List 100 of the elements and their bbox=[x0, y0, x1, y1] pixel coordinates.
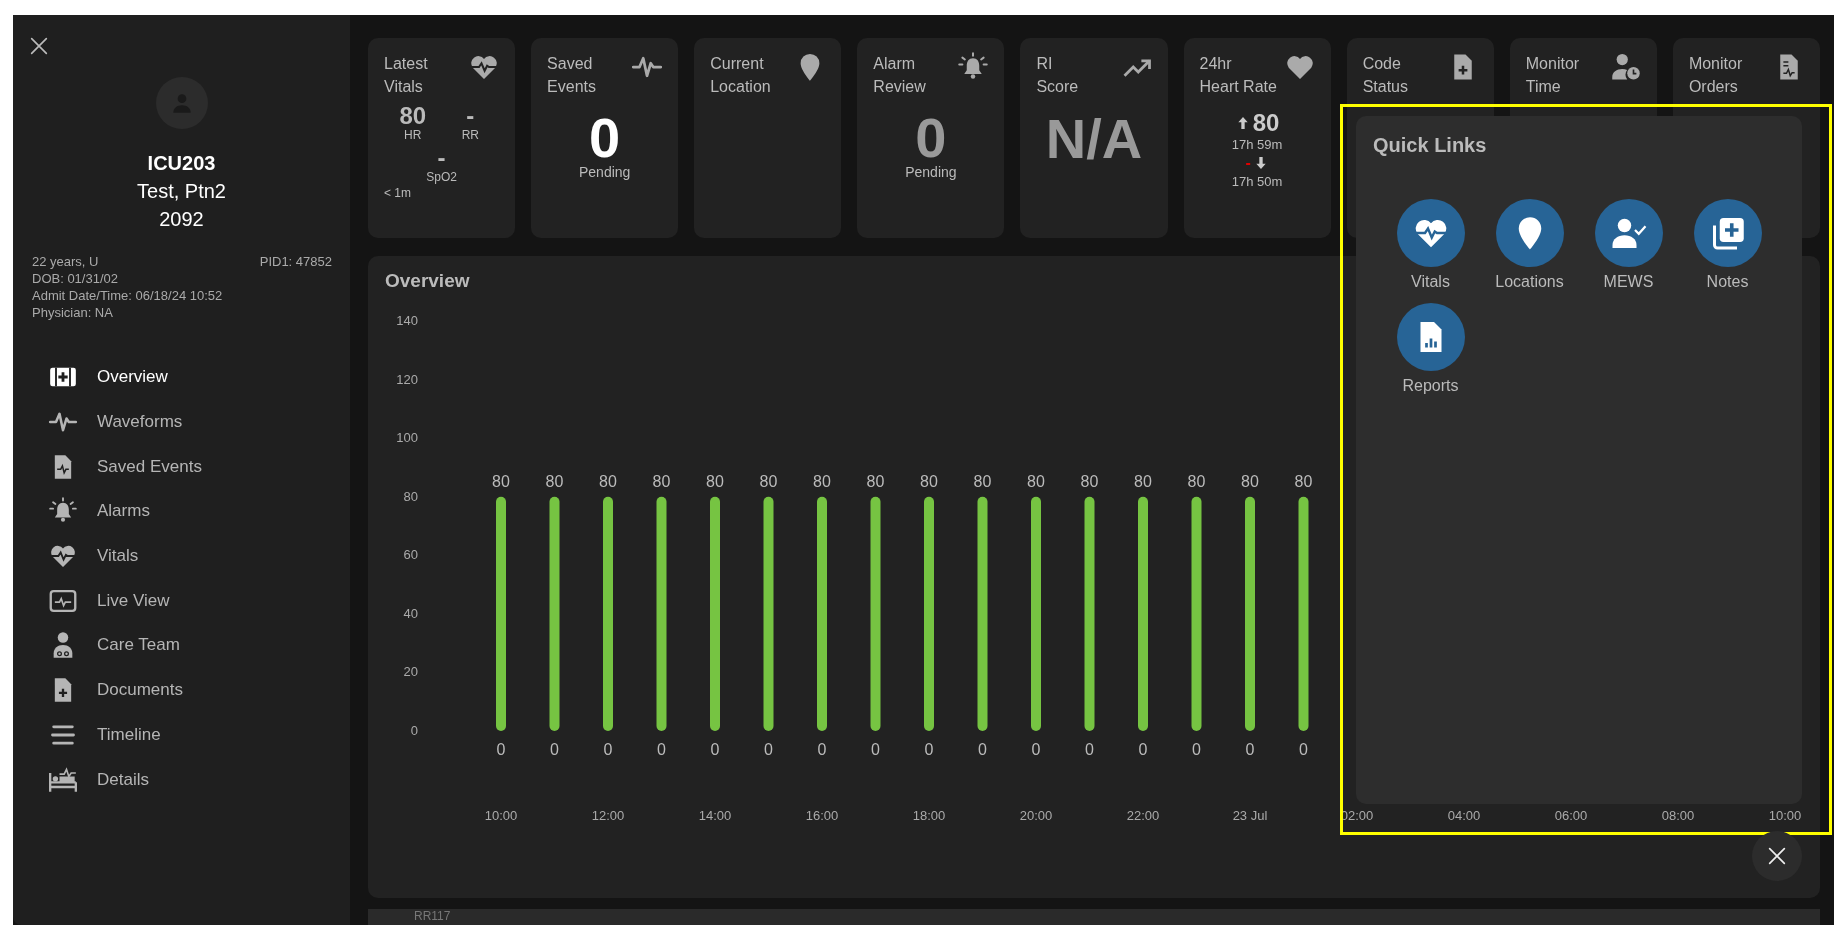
bar-value-label: 0 bbox=[978, 741, 987, 758]
nav-item[interactable]: Live View bbox=[47, 578, 350, 624]
nav-item[interactable]: Waveforms bbox=[47, 399, 350, 445]
bar-value-label: 0 bbox=[817, 741, 827, 758]
bar-value-label: 80 bbox=[652, 472, 671, 490]
bar-value-label: 80 bbox=[599, 472, 617, 490]
x-tick-label: 23 Jul bbox=[1232, 808, 1268, 823]
bar-value-label: 0 bbox=[1299, 741, 1308, 758]
bar-value-label: 0 bbox=[871, 741, 880, 758]
patient-number: 2092 bbox=[159, 207, 204, 232]
summary-card[interactable]: 24hr Heart Rate 80 17h 59m - 17h 50m bbox=[1183, 38, 1331, 238]
card-title: Current Location bbox=[710, 54, 771, 97]
score-value: N/A bbox=[1044, 106, 1144, 171]
bar-value-label: 80 bbox=[1134, 472, 1152, 490]
vital-value: 80 bbox=[399, 104, 427, 128]
bar-value-label: 80 bbox=[920, 472, 938, 490]
bar-value-label: 80 bbox=[813, 472, 831, 490]
x-tick-label: 18:00 bbox=[912, 808, 946, 823]
bar-value-label: 80 bbox=[1294, 472, 1313, 490]
personclock-icon bbox=[1610, 52, 1641, 82]
vital-value: - bbox=[466, 104, 475, 128]
age-sex-text: 22 years, U bbox=[32, 253, 99, 270]
bar-value-label: 0 bbox=[550, 741, 559, 758]
bed-icon bbox=[47, 765, 79, 794]
bar-value-label: 80 bbox=[973, 472, 992, 490]
summary-card[interactable]: Alarm Review 0 Pending bbox=[857, 38, 1005, 238]
physician-text: Physician: NA bbox=[32, 304, 114, 321]
patient-name: Test, Ptn2 bbox=[137, 179, 226, 204]
card-title: 24hr Heart Rate bbox=[1199, 54, 1277, 97]
bar-value-label: 0 bbox=[1085, 741, 1094, 758]
summary-card[interactable]: RI Score N/A bbox=[1020, 38, 1168, 238]
bar-value-label: 80 bbox=[1187, 472, 1206, 490]
bar-value-label: 0 bbox=[657, 741, 666, 758]
summary-card[interactable]: Current Location bbox=[694, 38, 842, 238]
summary-card[interactable]: Latest Vitals 80 HR - RR - SpO2 < 1m bbox=[368, 38, 516, 238]
card-title: Code Status bbox=[1362, 54, 1408, 97]
bar-value-label: 0 bbox=[924, 741, 934, 758]
bar-value-label: 0 bbox=[764, 741, 773, 758]
panel-title: Overview bbox=[385, 270, 470, 293]
close-icon bbox=[1766, 845, 1788, 867]
x-tick-label: 08:00 bbox=[1661, 808, 1695, 823]
card-title: Latest Vitals bbox=[384, 54, 428, 97]
card-title: Saved Events bbox=[547, 54, 597, 97]
bar-value-label: 80 bbox=[492, 472, 510, 490]
x-tick-label: 10:00 bbox=[484, 808, 518, 823]
count-value: 0 bbox=[589, 112, 621, 164]
card-title: Alarm Review bbox=[873, 54, 926, 97]
nav-item[interactable]: Saved Events bbox=[47, 444, 350, 490]
x-tick-label: 12:00 bbox=[591, 808, 625, 823]
bar-value-label: 0 bbox=[496, 741, 506, 758]
bar-value-label: 0 bbox=[1192, 741, 1201, 758]
nav-item[interactable]: Alarms bbox=[47, 489, 350, 534]
nav-item[interactable]: Details bbox=[47, 757, 350, 802]
y-tick-label: 40 bbox=[403, 605, 418, 621]
x-tick-label: 10:00 bbox=[1768, 808, 1802, 823]
bar-value-label: 80 bbox=[1027, 472, 1045, 490]
nav-item[interactable]: Overview bbox=[47, 355, 350, 400]
x-tick-label: 04:00 bbox=[1447, 808, 1481, 823]
bar-value-label: 0 bbox=[1245, 741, 1255, 758]
close-icon bbox=[28, 35, 50, 57]
count-caption: Pending bbox=[578, 164, 631, 180]
count-caption: Pending bbox=[905, 164, 957, 180]
nav-item[interactable]: Care Team bbox=[47, 623, 350, 668]
vital-label: SpO2 bbox=[426, 170, 457, 184]
dob-text: DOB: 01/31/02 bbox=[32, 270, 119, 287]
y-tick-label: 60 bbox=[403, 547, 418, 563]
age-text: < 1m bbox=[384, 186, 412, 200]
x-tick-label: 16:00 bbox=[805, 808, 839, 823]
bar-value-label: 80 bbox=[1080, 472, 1099, 490]
bar-value-label: 80 bbox=[1241, 472, 1259, 490]
count-value: 0 bbox=[915, 112, 947, 164]
card-title: Monitor Time bbox=[1525, 54, 1580, 97]
footer-text: RR117 bbox=[414, 909, 452, 924]
low-time: 17h 50m bbox=[1231, 173, 1283, 190]
x-tick-label: 14:00 bbox=[698, 808, 732, 823]
y-tick-label: 20 bbox=[403, 664, 418, 680]
x-tick-label: 20:00 bbox=[1019, 808, 1053, 823]
nav-item[interactable]: Documents bbox=[47, 667, 350, 713]
y-tick-label: 100 bbox=[396, 430, 418, 446]
bar-value-label: 0 bbox=[710, 741, 720, 758]
x-tick-label: 06:00 bbox=[1554, 808, 1588, 823]
nav-item[interactable]: Vitals bbox=[47, 533, 350, 579]
high-value: 80 bbox=[1252, 110, 1280, 136]
panel-title: Quick Links bbox=[1372, 133, 1488, 157]
y-tick-label: 140 bbox=[396, 313, 418, 328]
bar-value-label: 0 bbox=[1138, 741, 1148, 758]
summary-card[interactable]: Saved Events 0 Pending bbox=[531, 38, 679, 238]
vital-label: HR bbox=[404, 128, 422, 142]
high-time: 17h 59m bbox=[1231, 136, 1283, 153]
bar-value-label: 80 bbox=[759, 472, 778, 490]
y-tick-label: 80 bbox=[403, 488, 418, 504]
bar-value-label: 0 bbox=[603, 741, 613, 758]
y-tick-label: 120 bbox=[396, 371, 418, 387]
bar-value-label: 0 bbox=[1031, 741, 1041, 758]
x-tick-label: 22:00 bbox=[1126, 808, 1160, 823]
bar-value-label: 80 bbox=[706, 472, 724, 490]
bed-label: ICU203 bbox=[147, 151, 216, 176]
y-tick-label: 0 bbox=[410, 723, 418, 738]
nav-item[interactable]: Timeline bbox=[47, 712, 350, 758]
vital-label: RR bbox=[461, 128, 479, 142]
